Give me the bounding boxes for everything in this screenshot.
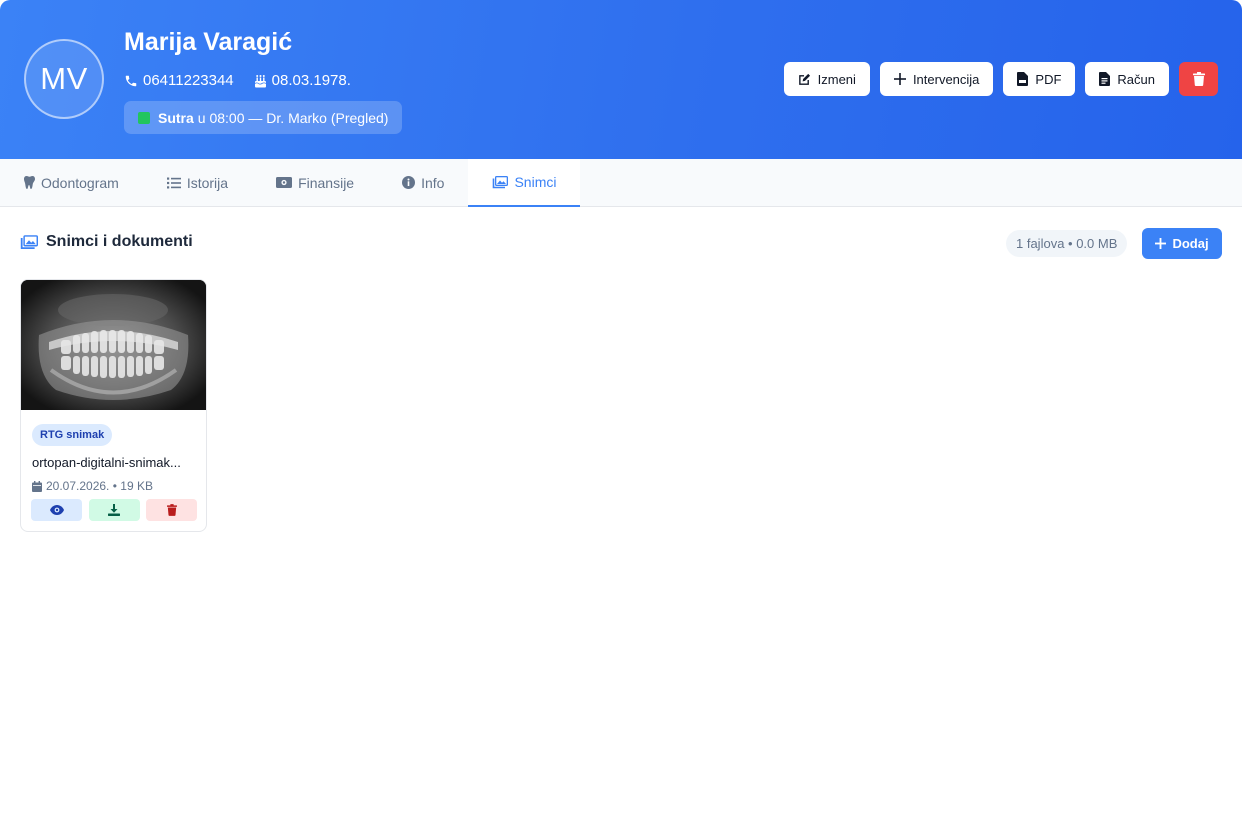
tab-istorija[interactable]: Istorija — [143, 159, 252, 206]
file-size: 19 KB — [120, 479, 153, 493]
add-file-button[interactable]: Dodaj — [1142, 228, 1222, 259]
view-file-button[interactable] — [31, 499, 82, 521]
eye-icon — [49, 505, 64, 515]
phone-icon — [125, 75, 137, 86]
tab-snimci[interactable]: Snimci — [468, 159, 581, 207]
patient-header: MV Marija Varagić 06411223344 08.03.1978… — [0, 0, 1242, 159]
section-title: Snimci i dokumenti — [20, 233, 193, 251]
tab-odontogram[interactable]: Odontogram — [0, 159, 143, 206]
tooth-icon — [24, 176, 35, 189]
birth-date: 08.03.1978. — [271, 72, 351, 89]
file-stats-badge: 1 fajlova • 0.0 MB — [1006, 230, 1128, 257]
trash-icon — [166, 504, 177, 516]
file-card-actions — [31, 499, 197, 521]
patient-meta: 06411223344 08.03.1978. — [124, 72, 371, 89]
add-intervention-button[interactable]: Intervencija — [879, 62, 994, 96]
money-icon — [276, 177, 293, 188]
images-icon — [20, 234, 38, 249]
file-date: 20.07.2026. — [46, 479, 110, 493]
meta-separator: • — [109, 479, 121, 493]
info-icon — [402, 176, 416, 189]
invoice-button[interactable]: Račun — [1085, 62, 1169, 96]
tab-bar: Odontogram Istorija Finansije Info Snimc… — [0, 159, 1242, 207]
export-pdf-button[interactable]: PDF — [1003, 62, 1076, 96]
xray-thumbnail[interactable] — [21, 280, 206, 410]
tab-info[interactable]: Info — [378, 159, 468, 206]
delete-patient-button[interactable] — [1179, 62, 1218, 96]
delete-file-button[interactable] — [146, 499, 197, 521]
invoice-icon — [1099, 72, 1111, 86]
file-name: ortopan-digitalni-snimak... — [32, 455, 181, 470]
avatar: MV — [24, 39, 104, 119]
birthdate-info: 08.03.1978. — [254, 72, 351, 89]
tab-finansije[interactable]: Finansije — [252, 159, 378, 206]
plus-icon — [1155, 238, 1167, 249]
images-icon — [493, 175, 509, 188]
appointment-details: u 08:00 — Dr. Marko (Pregled) — [197, 109, 389, 126]
patient-record-app: MV Marija Varagić 06411223344 08.03.1978… — [0, 0, 1242, 813]
phone-info: 06411223344 — [124, 72, 234, 89]
plus-icon — [893, 73, 906, 85]
calendar-icon — [32, 480, 42, 492]
download-file-button[interactable] — [88, 499, 140, 521]
patient-name: Marija Varagić — [124, 28, 293, 56]
edit-icon — [798, 73, 810, 85]
download-icon — [108, 504, 120, 516]
header-actions: Izmeni Intervencija PDF Račun — [774, 62, 1218, 96]
birthday-cake-icon — [254, 74, 266, 87]
file-card: RTG snimak ortopan-digitalni-snimak... 2… — [20, 279, 207, 532]
next-appointment-badge[interactable]: Sutra u 08:00 — Dr. Marko (Pregled) — [124, 101, 403, 134]
phone-number: 06411223344 — [143, 72, 234, 89]
list-icon — [166, 177, 181, 188]
trash-icon — [1192, 72, 1205, 86]
file-type-tag: RTG snimak — [32, 424, 113, 446]
edit-button[interactable]: Izmeni — [783, 62, 870, 96]
pdf-file-icon — [1017, 72, 1029, 86]
file-meta: 20.07.2026. • 19 KB — [32, 479, 153, 493]
appointment-day: Sutra — [158, 109, 194, 126]
calendar-icon — [138, 111, 150, 124]
